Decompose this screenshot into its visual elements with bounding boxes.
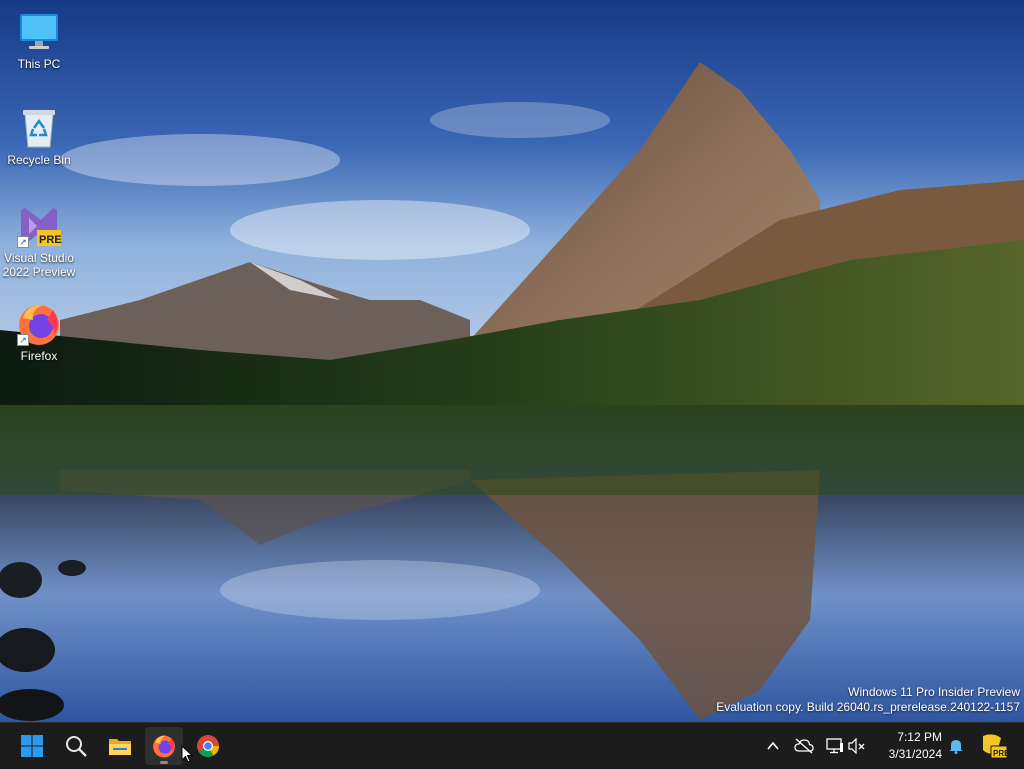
shortcut-arrow-icon: ↗ xyxy=(17,334,29,346)
chrome-taskbar-button[interactable] xyxy=(189,727,227,765)
clock[interactable]: 7:12 PM 3/31/2024 xyxy=(889,729,942,763)
search-icon xyxy=(66,736,87,757)
running-indicator xyxy=(160,761,168,764)
watermark-build: Evaluation copy. Build 26040.rs_prerelea… xyxy=(716,700,1020,714)
folder-icon xyxy=(109,739,131,755)
firefox-taskbar-button[interactable] xyxy=(145,727,183,765)
network-icon xyxy=(826,738,843,754)
desktop-icon-label: Firefox xyxy=(20,349,58,363)
desktop-icon-this-pc[interactable]: This PC xyxy=(1,10,77,71)
onedrive-status[interactable] xyxy=(792,723,816,769)
shortcut-arrow-icon: ↗ xyxy=(17,236,29,248)
windows-logo-icon xyxy=(21,735,43,757)
notifications-button[interactable] xyxy=(946,723,966,769)
insider-badge: PRE xyxy=(993,749,1010,758)
insider-watermark: Windows 11 Pro Insider Preview Evaluatio… xyxy=(716,685,1020,715)
start-button[interactable] xyxy=(13,727,51,765)
show-hidden-icons-button[interactable] xyxy=(762,723,784,769)
desktop-icon-label: Visual Studio 2022 Preview xyxy=(2,251,76,279)
desktop-icon-visual-studio-preview[interactable]: PRE ↗ Visual Studio 2022 Preview xyxy=(1,204,77,279)
insider-preview-button[interactable]: PRE xyxy=(978,723,1010,769)
search-button[interactable] xyxy=(57,727,95,765)
clock-time: 7:12 PM xyxy=(897,730,942,744)
preview-badge: PRE xyxy=(39,234,62,246)
mouse-cursor-icon xyxy=(181,745,193,763)
watermark-edition: Windows 11 Pro Insider Preview xyxy=(848,685,1020,699)
desktop-wallpaper xyxy=(0,0,1024,722)
cloud-offline-icon xyxy=(794,738,814,754)
desktop-icon-label: Recycle Bin xyxy=(7,153,71,167)
desktop-icon-recycle-bin[interactable]: Recycle Bin xyxy=(1,106,77,167)
notification-bell-icon xyxy=(949,740,963,754)
taskbar: 7:12 PM 3/31/2024 PRE xyxy=(0,722,1024,768)
clock-date: 3/31/2024 xyxy=(888,747,942,761)
file-explorer-button[interactable] xyxy=(101,727,139,765)
recycle-bin-icon xyxy=(17,106,61,150)
monitor-icon xyxy=(17,10,61,54)
firefox-icon xyxy=(153,735,175,758)
network-volume-button[interactable] xyxy=(826,723,870,769)
firefox-icon: ↗ xyxy=(17,302,61,346)
chevron-up-icon xyxy=(767,741,779,750)
visual-studio-preview-icon: PRE ↗ xyxy=(17,204,62,248)
desktop-icon-firefox[interactable]: ↗ Firefox xyxy=(1,302,77,363)
chrome-icon xyxy=(197,735,219,757)
desktop-icon-label: This PC xyxy=(17,57,61,71)
volume-mute-icon xyxy=(848,738,865,754)
